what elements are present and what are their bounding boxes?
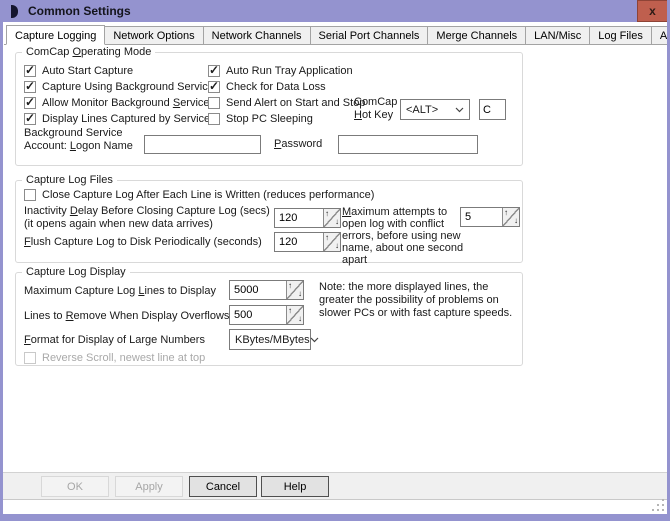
remove-lines-label: Lines to Remove When Display Overflows — [24, 310, 229, 322]
checkbox-box[interactable] — [24, 65, 36, 77]
title-bar[interactable]: Common Settings x — [0, 0, 670, 22]
checkbox-box[interactable] — [208, 65, 220, 77]
checkbox-check-data-loss[interactable]: Check for Data Loss — [208, 81, 326, 93]
group-capture-log-display: Capture Log Display Maximum Capture Log … — [15, 272, 523, 366]
checkbox-box[interactable] — [208, 113, 220, 125]
checkbox-box — [24, 352, 36, 364]
ok-button[interactable]: OK — [41, 476, 109, 497]
group-caption: ComCap Operating Mode — [22, 46, 155, 58]
checkbox-capture-using-background-service[interactable]: Capture Using Background Service — [24, 81, 214, 93]
checkbox-close-log-each-line[interactable]: Close Capture Log After Each Line is Wri… — [24, 189, 374, 201]
checkbox-box[interactable] — [24, 81, 36, 93]
inactivity-delay-label: Inactivity Delay Before Closing Capture … — [24, 205, 270, 231]
password-field[interactable] — [338, 135, 478, 154]
group-capture-log-files: Capture Log Files Close Capture Log Afte… — [15, 180, 523, 263]
hotkey-label: ComCap Hot Key — [354, 96, 397, 122]
window-title: Common Settings — [28, 4, 131, 18]
display-note: Note: the more displayed lines, the grea… — [319, 281, 519, 320]
close-icon[interactable]: x — [637, 0, 668, 22]
checkbox-box[interactable] — [24, 97, 36, 109]
spinner-updown-icon[interactable]: ↑↓ — [286, 281, 303, 299]
help-button[interactable]: Help — [261, 476, 329, 497]
checkbox-display-lines-captured[interactable]: Display Lines Captured by Service — [24, 113, 210, 125]
group-operating-mode: ComCap Operating Mode Auto Start Capture… — [15, 52, 523, 166]
tab-lan-misc[interactable]: LAN/Misc — [525, 26, 590, 44]
app-icon — [11, 5, 18, 18]
tab-network-channels[interactable]: Network Channels — [203, 26, 311, 44]
checkbox-box[interactable] — [24, 113, 36, 125]
checkbox-box[interactable] — [208, 97, 220, 109]
remove-lines-spinner: ↑↓ — [229, 305, 304, 325]
tab-alerts[interactable]: Alerts — [651, 26, 670, 44]
checkbox-box[interactable] — [24, 189, 36, 201]
checkbox-send-alert-start-stop[interactable]: Send Alert on Start and Stop — [208, 97, 365, 109]
max-attempts-label: Maximum attempts to open log with confli… — [342, 206, 470, 266]
chevron-down-icon — [455, 107, 464, 113]
max-lines-spinner: ↑↓ — [229, 280, 304, 300]
flush-log-input[interactable] — [275, 233, 323, 251]
tab-serial-port-channels[interactable]: Serial Port Channels — [310, 26, 429, 44]
spinner-updown-icon[interactable]: ↑↓ — [323, 209, 340, 227]
flush-log-label: Flush Capture Log to Disk Periodically (… — [24, 236, 262, 248]
checkbox-auto-run-tray[interactable]: Auto Run Tray Application — [208, 65, 353, 77]
inactivity-delay-spinner: ↑↓ — [274, 208, 341, 228]
background-service-account-label: Background Service Account: Logon Name — [24, 127, 133, 153]
group-caption: Capture Log Files — [22, 174, 117, 186]
checkbox-allow-monitor-background-service[interactable]: Allow Monitor Background Service — [24, 97, 210, 109]
format-large-numbers-label: Format for Display of Large Numbers — [24, 334, 205, 346]
tab-capture-logging[interactable]: Capture Logging — [6, 25, 105, 45]
checkbox-auto-start-capture[interactable]: Auto Start Capture — [24, 65, 133, 77]
inactivity-delay-input[interactable] — [275, 209, 323, 227]
checkbox-stop-pc-sleeping[interactable]: Stop PC Sleeping — [208, 113, 313, 125]
spinner-updown-icon[interactable]: ↑↓ — [502, 208, 519, 226]
checkbox-reverse-scroll: Reverse Scroll, newest line at top — [24, 352, 205, 364]
dialog-body: Capture Logging Network Options Network … — [3, 22, 667, 514]
spinner-updown-icon[interactable]: ↑↓ — [323, 233, 340, 251]
group-caption: Capture Log Display — [22, 266, 130, 278]
common-settings-dialog: Common Settings x Capture Logging Networ… — [0, 0, 670, 521]
password-label: Password — [274, 138, 322, 150]
status-bar — [3, 500, 667, 514]
flush-log-spinner: ↑↓ — [274, 232, 341, 252]
tab-network-options[interactable]: Network Options — [104, 26, 203, 44]
max-lines-input[interactable] — [230, 281, 286, 299]
format-large-numbers-select[interactable]: KBytes/MBytes — [229, 329, 311, 350]
logon-name-field[interactable] — [144, 135, 261, 154]
apply-button[interactable]: Apply — [115, 476, 183, 497]
tab-log-files[interactable]: Log Files — [589, 26, 652, 44]
max-lines-label: Maximum Capture Log Lines to Display — [24, 285, 216, 297]
max-attempts-spinner: ↑↓ — [460, 207, 520, 227]
hotkey-modifier-select[interactable]: <ALT> — [400, 99, 470, 120]
tab-strip: Capture Logging Network Options Network … — [4, 25, 667, 45]
hotkey-key-field[interactable] — [479, 99, 506, 120]
remove-lines-input[interactable] — [230, 306, 286, 324]
checkbox-box[interactable] — [208, 81, 220, 93]
tab-merge-channels[interactable]: Merge Channels — [427, 26, 526, 44]
max-attempts-input[interactable] — [461, 208, 502, 226]
button-bar: OK Apply Cancel Help — [3, 472, 667, 500]
resize-grip-icon[interactable] — [652, 499, 664, 511]
chevron-down-icon — [310, 337, 319, 343]
spinner-updown-icon[interactable]: ↑↓ — [286, 306, 303, 324]
cancel-button[interactable]: Cancel — [189, 476, 257, 497]
